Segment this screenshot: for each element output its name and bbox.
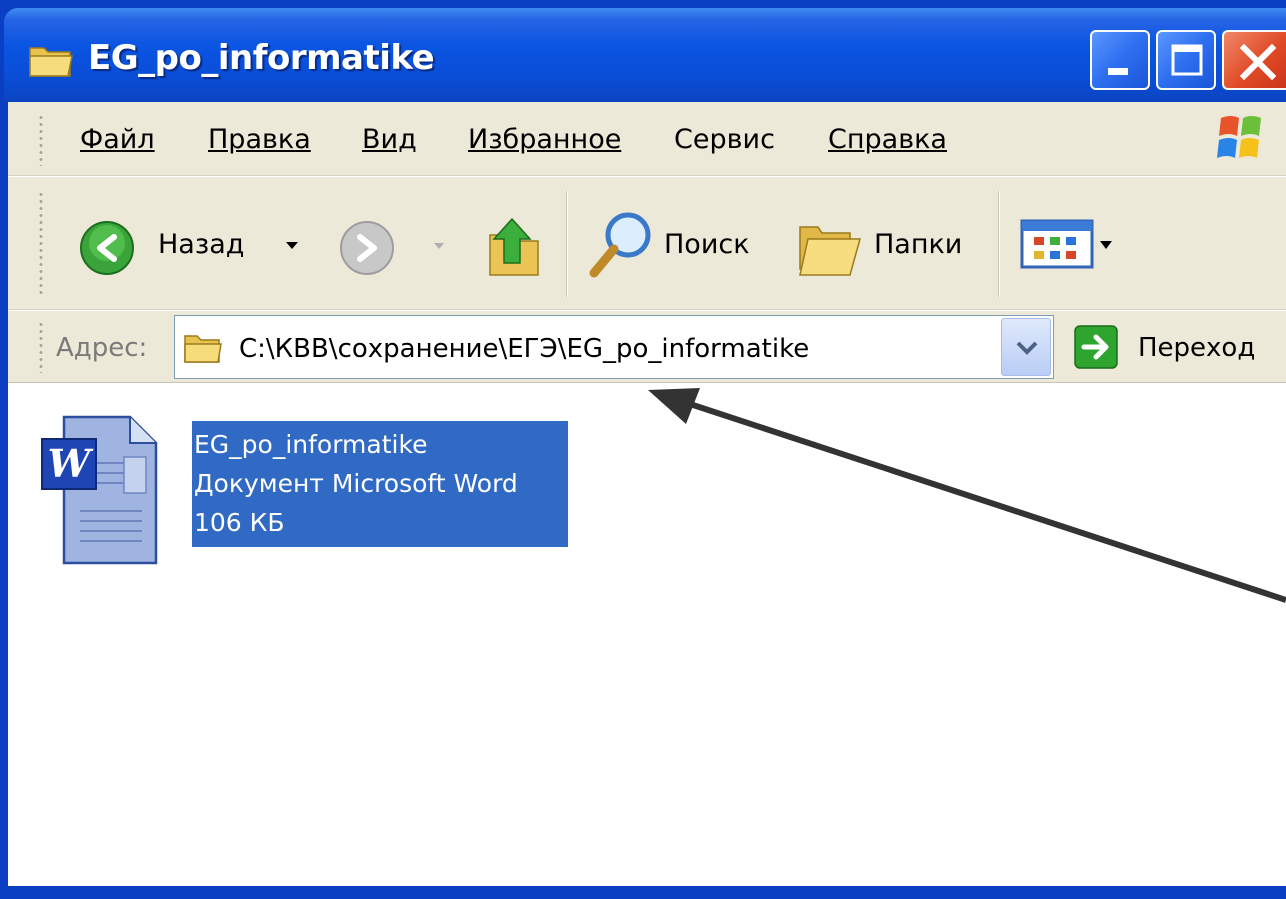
file-item[interactable]: W EG_po_informatike Документ Microsoft W… (38, 415, 578, 575)
menu-favorites[interactable]: Избранное (468, 124, 621, 155)
minimize-icon (1108, 68, 1128, 75)
forward-dropdown-icon[interactable] (432, 241, 446, 253)
address-dropdown-button[interactable] (1001, 318, 1051, 376)
menu-favorites-label: Избранное (468, 124, 622, 155)
menu-view[interactable]: Вид (362, 124, 417, 155)
minimize-button[interactable] (1090, 30, 1150, 90)
menu-help-label: Справка (828, 124, 947, 155)
back-label[interactable]: Назад (158, 229, 244, 260)
maximize-button[interactable] (1156, 30, 1216, 90)
go-label[interactable]: Переход (1138, 333, 1255, 363)
standard-toolbar: Назад Поиск Папки (8, 176, 1286, 310)
address-bar: Адрес: C:\КВВ\сохранение\ЕГЭ\EG_po_infor… (8, 310, 1286, 382)
back-button[interactable] (78, 219, 152, 277)
back-dropdown-icon[interactable] (284, 239, 300, 253)
address-input[interactable]: C:\КВВ\сохранение\ЕГЭ\EG_po_informatike (174, 315, 1054, 379)
menu-file-label: Файл (80, 124, 155, 155)
menu-edit-label: Правка (208, 124, 311, 155)
menu-view-label: Вид (362, 124, 417, 155)
up-folder-icon[interactable] (484, 213, 544, 279)
toolbar-separator (998, 191, 1000, 297)
addressbar-grip[interactable] (38, 321, 44, 373)
svg-text:W: W (48, 441, 94, 486)
file-size: 106 КБ (194, 508, 285, 537)
go-arrow-icon[interactable] (1074, 325, 1118, 369)
menu-edit[interactable]: Правка (208, 124, 311, 155)
chevron-down-icon (1016, 341, 1038, 355)
menu-tools[interactable]: Сервис (674, 124, 775, 155)
folder-icon (184, 335, 222, 363)
menu-help[interactable]: Справка (828, 124, 947, 155)
menu-bar: Файл Правка Вид Избранное Сервис Справка (8, 102, 1286, 176)
forward-button[interactable] (338, 219, 396, 277)
address-value: C:\КВВ\сохранение\ЕГЭ\EG_po_informatike (239, 334, 810, 364)
explorer-window: EG_po_informatike Файл Правка Вид Избран… (0, 0, 1286, 899)
folders-label[interactable]: Папки (874, 229, 962, 260)
word-document-icon: W (41, 415, 158, 565)
views-icon[interactable] (1020, 219, 1120, 271)
menu-file[interactable]: Файл (80, 124, 155, 155)
title-bar[interactable]: EG_po_informatike (4, 8, 1286, 102)
search-icon[interactable] (586, 207, 656, 281)
search-label[interactable]: Поиск (664, 229, 750, 260)
address-label: Адрес: (56, 333, 148, 363)
toolbar-grip[interactable] (38, 191, 44, 295)
windows-logo-icon (1217, 116, 1261, 158)
menubar-grip[interactable] (38, 114, 44, 166)
file-list-view: W EG_po_informatike Документ Microsoft W… (8, 382, 1286, 886)
menu-tools-label: Сервис (674, 124, 775, 155)
close-icon (1239, 43, 1277, 81)
window-title: EG_po_informatike (88, 38, 435, 78)
close-button[interactable] (1222, 30, 1286, 90)
folder-icon (29, 47, 73, 77)
file-name: EG_po_informatike (194, 430, 428, 459)
toolbar-separator (566, 191, 568, 297)
file-type: Документ Microsoft Word (194, 469, 518, 498)
folders-icon[interactable] (794, 213, 864, 279)
file-label-selected[interactable]: EG_po_informatike Документ Microsoft Wor… (192, 421, 568, 547)
maximize-icon (1171, 44, 1203, 76)
